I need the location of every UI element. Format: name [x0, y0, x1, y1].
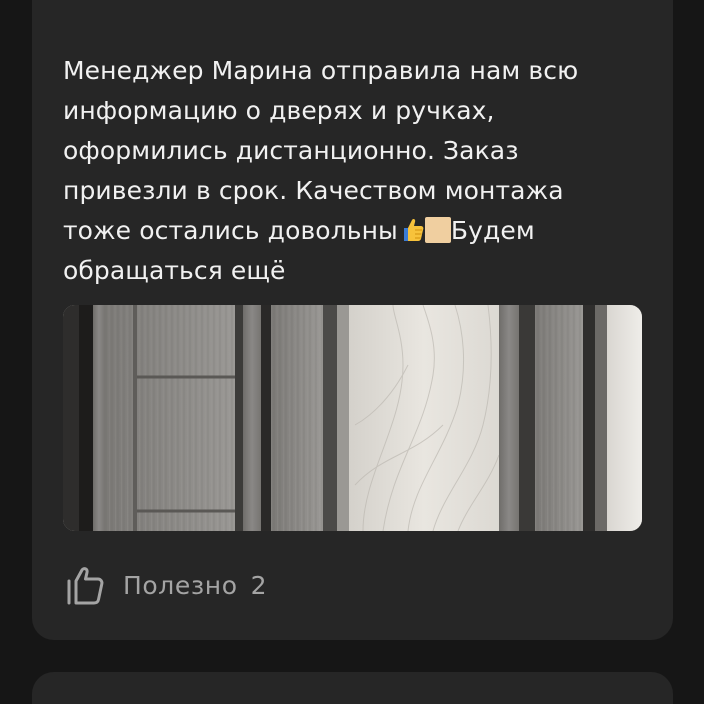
reviews-page: Менеджер Марина отправила нам всю информ… [0, 0, 704, 704]
review-card: Менеджер Марина отправила нам всю информ… [32, 0, 673, 640]
review-text: Менеджер Марина отправила нам всю информ… [63, 51, 643, 291]
helpful-button[interactable]: Полезно 2 [66, 563, 267, 607]
helpful-label: Полезно [123, 570, 238, 600]
next-review-card [32, 672, 673, 704]
thumbs-up-emoji-icon [403, 218, 424, 241]
review-photo[interactable] [63, 305, 642, 531]
skin-tone-modifier-icon [424, 217, 451, 243]
helpful-count: 2 [250, 570, 268, 600]
thumbs-up-icon [67, 567, 104, 605]
door-photo-image [63, 305, 642, 531]
